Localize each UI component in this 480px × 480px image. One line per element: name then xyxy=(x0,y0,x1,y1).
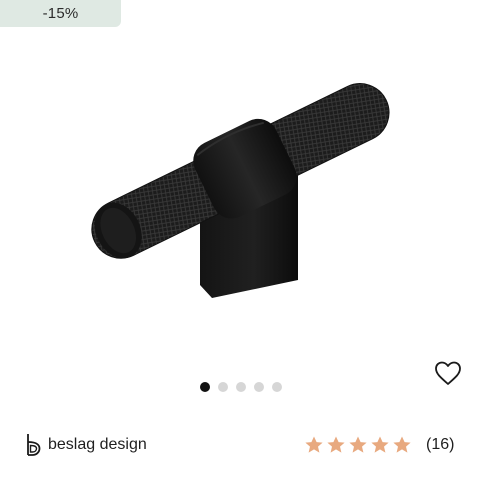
favorite-button[interactable] xyxy=(434,360,462,386)
beslag-design-logo-icon xyxy=(27,434,41,456)
product-image[interactable] xyxy=(60,60,420,310)
carousel-dot-2[interactable] xyxy=(218,382,228,392)
carousel-dot-3[interactable] xyxy=(236,382,246,392)
t-bar-handle-illustration xyxy=(91,83,390,298)
rating[interactable]: (16) xyxy=(304,435,454,455)
carousel-dot-5[interactable] xyxy=(272,382,282,392)
heart-outline-icon xyxy=(435,361,461,385)
brand-link[interactable]: beslag design xyxy=(24,433,147,457)
star-icon xyxy=(327,436,345,453)
star-icon xyxy=(349,436,367,453)
carousel-dot-1[interactable] xyxy=(200,382,210,392)
rating-count: (16) xyxy=(426,436,455,453)
star-icon xyxy=(393,436,411,453)
discount-badge: -15% xyxy=(0,0,121,27)
star-icon xyxy=(371,436,389,453)
star-icon xyxy=(305,436,323,453)
carousel-dots xyxy=(200,382,282,392)
carousel-dot-4[interactable] xyxy=(254,382,264,392)
brand-name: beslag design xyxy=(48,436,147,453)
discount-badge-label: -15% xyxy=(42,5,79,22)
